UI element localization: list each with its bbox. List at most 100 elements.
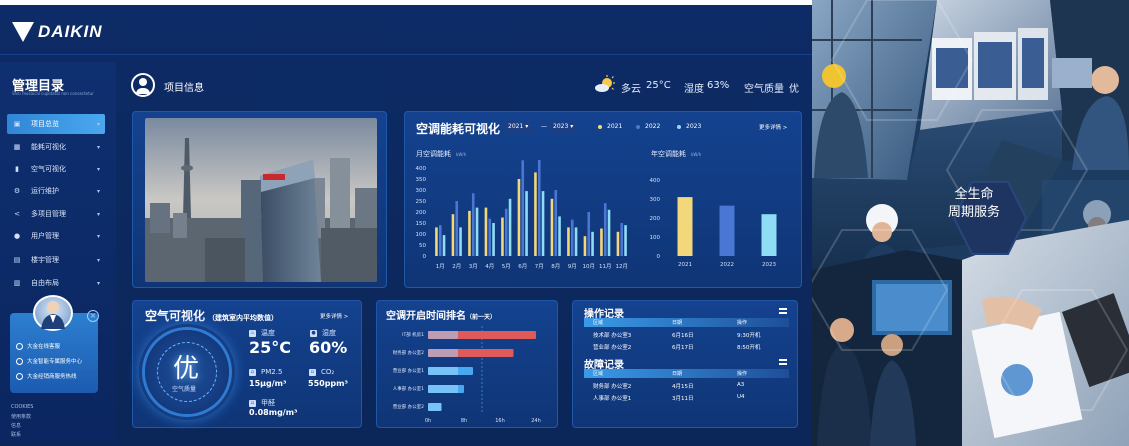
bar-2021-4月 bbox=[484, 207, 488, 256]
footer-contact[interactable]: 联系 bbox=[11, 431, 21, 438]
user-icon[interactable] bbox=[131, 73, 155, 97]
sidebar-item-maintenance[interactable]: ⚙ 运行维护 ▾ bbox=[7, 181, 105, 201]
headset-icon bbox=[16, 342, 23, 350]
table-cell: 营业部 办公室2 bbox=[593, 345, 632, 351]
layout-icon: ▥ bbox=[13, 279, 21, 287]
sidebar-item-layout[interactable]: ▥ 自由布局 ▾ bbox=[7, 273, 105, 293]
footer-info[interactable]: 信息 bbox=[11, 422, 21, 429]
sidebar-item-overview[interactable]: ▣ 项目总览 ▾ bbox=[7, 114, 105, 134]
x-tick-label: 6月 bbox=[518, 263, 527, 270]
x-tick-label: 11月 bbox=[599, 263, 612, 270]
column-header: 区域 bbox=[593, 320, 604, 326]
bar-2023-9月 bbox=[574, 227, 578, 256]
bar-2022-10月 bbox=[587, 212, 591, 256]
phone-icon bbox=[16, 372, 23, 380]
metric-humidity-label: ● 湿度 bbox=[310, 329, 336, 337]
ranking-label: IT部 机房1 bbox=[402, 331, 424, 338]
sidebar-item-label: 楼宇管理 bbox=[31, 256, 59, 264]
monthly-chart-title: 月空调能耗 kW/h bbox=[416, 150, 467, 158]
metric-pm25-label: ▫ PM2.5 bbox=[249, 368, 283, 376]
bar-2021-7月 bbox=[534, 172, 537, 256]
year-from-select[interactable]: 2021 ▾ bbox=[504, 121, 533, 133]
metric-co2-value: 550ppm³ bbox=[308, 379, 348, 388]
table-cell: 6月16日 bbox=[672, 333, 694, 339]
bar-2021-8月 bbox=[550, 198, 554, 256]
bar-2023-3月 bbox=[475, 207, 479, 256]
sidebar-item-building[interactable]: ▤ 楼宇管理 ▾ bbox=[7, 250, 105, 270]
y-tick-label: 250 bbox=[416, 199, 427, 205]
legend-2021: 2021 bbox=[598, 123, 622, 130]
chevron-down-icon: ▾ bbox=[96, 279, 100, 287]
menu-icon[interactable] bbox=[779, 359, 787, 365]
year-to-select[interactable]: 2023 ▾ bbox=[549, 121, 578, 133]
y-tick-label: 100 bbox=[650, 235, 661, 241]
air-more-link[interactable]: 更多详情 > bbox=[320, 312, 348, 320]
partly-cloudy-icon bbox=[595, 75, 615, 92]
air-quality-value: 优 bbox=[789, 84, 799, 95]
footer-cookies[interactable]: COOKIES bbox=[11, 404, 33, 410]
weather-text: 多云 bbox=[621, 84, 641, 95]
column-header: 区域 bbox=[593, 371, 604, 377]
x-tick-label: 5月 bbox=[502, 263, 511, 270]
x-tick-label: 2月 bbox=[452, 263, 461, 270]
x-tick-label: 8月 bbox=[551, 263, 560, 270]
chevron-down-icon: ▾ bbox=[96, 210, 100, 218]
sidebar-item-multi-project[interactable]: < 多项目管理 ▾ bbox=[7, 204, 105, 224]
table-cell: 4月15日 bbox=[672, 384, 694, 390]
x-tick-label: 2022 bbox=[720, 262, 734, 268]
bar-2023-6月 bbox=[525, 191, 528, 256]
bar-chart-icon: ▮ bbox=[15, 165, 19, 173]
table-cell: 财务部 办公室2 bbox=[593, 384, 632, 390]
bar-2022-9月 bbox=[570, 219, 574, 256]
table-cell: 3月11日 bbox=[672, 396, 694, 402]
service-link-hotline[interactable]: 大金经销商服务热线 bbox=[16, 372, 77, 380]
bar-2022-7月 bbox=[537, 160, 541, 256]
energy-more-link[interactable]: 更多详情 > bbox=[759, 123, 787, 131]
energy-title: 空调能耗可视化 bbox=[416, 122, 501, 136]
chevron-down-icon: ▾ bbox=[570, 123, 574, 130]
x-tick-label: 10月 bbox=[583, 263, 596, 270]
sidebar-item-label: 能耗可视化 bbox=[31, 143, 66, 151]
page-title: 项目信息 bbox=[164, 83, 204, 94]
sidebar-item-label: 自由布局 bbox=[31, 279, 59, 287]
ranking-bar-highlight bbox=[428, 403, 442, 411]
bar-2021 bbox=[677, 197, 693, 256]
service-link-center[interactable]: 大金智能专属服务中心 bbox=[16, 357, 82, 365]
y-tick-label: 150 bbox=[416, 221, 427, 227]
service-avatar bbox=[33, 295, 73, 331]
temperature-value: 25°C bbox=[646, 80, 671, 91]
sidebar-item-air[interactable]: ▮ 空气可视化 ▾ bbox=[7, 159, 105, 179]
info-icon: ● bbox=[13, 232, 21, 240]
y-tick-label: 200 bbox=[650, 216, 661, 222]
bar-2023-11月 bbox=[607, 209, 611, 256]
table-cell: 8:50开机 bbox=[737, 345, 761, 351]
share-icon: < bbox=[14, 210, 20, 218]
menu-icon[interactable] bbox=[779, 308, 787, 314]
y-tick-label: 0 bbox=[657, 254, 661, 260]
ranking-label: 财务部 办公室2 bbox=[393, 349, 424, 356]
metric-humidity-value: 60% bbox=[309, 338, 348, 357]
ranking-label: 人事部 办公室1 bbox=[393, 385, 424, 392]
metric-pm25-value: 15μg/m³ bbox=[249, 379, 287, 388]
column-header: 日期 bbox=[672, 371, 683, 377]
sidebar-item-users[interactable]: ● 用户管理 ▾ bbox=[7, 226, 105, 246]
service-link-online[interactable]: 大金在线客服 bbox=[16, 342, 60, 350]
x-tick-label: 12月 bbox=[616, 263, 629, 270]
project-icon: ▣ bbox=[13, 120, 21, 128]
footer-terms[interactable]: 使用条款 bbox=[11, 413, 31, 420]
ranking-bar-highlight bbox=[428, 349, 458, 357]
humidity-label: 湿度 bbox=[684, 84, 704, 95]
sidebar-item-energy[interactable]: ▦ 能耗可视化 ▾ bbox=[7, 137, 105, 157]
operation-log-header bbox=[584, 318, 789, 327]
legend-2022: 2022 bbox=[636, 123, 660, 130]
x-tick-label: 1月 bbox=[436, 263, 445, 270]
y-tick-label: 400 bbox=[650, 178, 661, 184]
sidebar-item-label: 空气可视化 bbox=[31, 165, 66, 173]
close-icon[interactable]: × bbox=[87, 310, 99, 322]
table-cell: A3 bbox=[737, 382, 745, 388]
table-cell: 技术部 办公室3 bbox=[593, 333, 632, 339]
x-tick-label: 4月 bbox=[485, 263, 494, 270]
daikin-logo[interactable]: DAIKIN bbox=[12, 17, 103, 47]
sidebar-item-label: 项目总览 bbox=[31, 120, 59, 128]
metric-formaldehyde-label: ▫ 甲醛 bbox=[249, 399, 275, 407]
